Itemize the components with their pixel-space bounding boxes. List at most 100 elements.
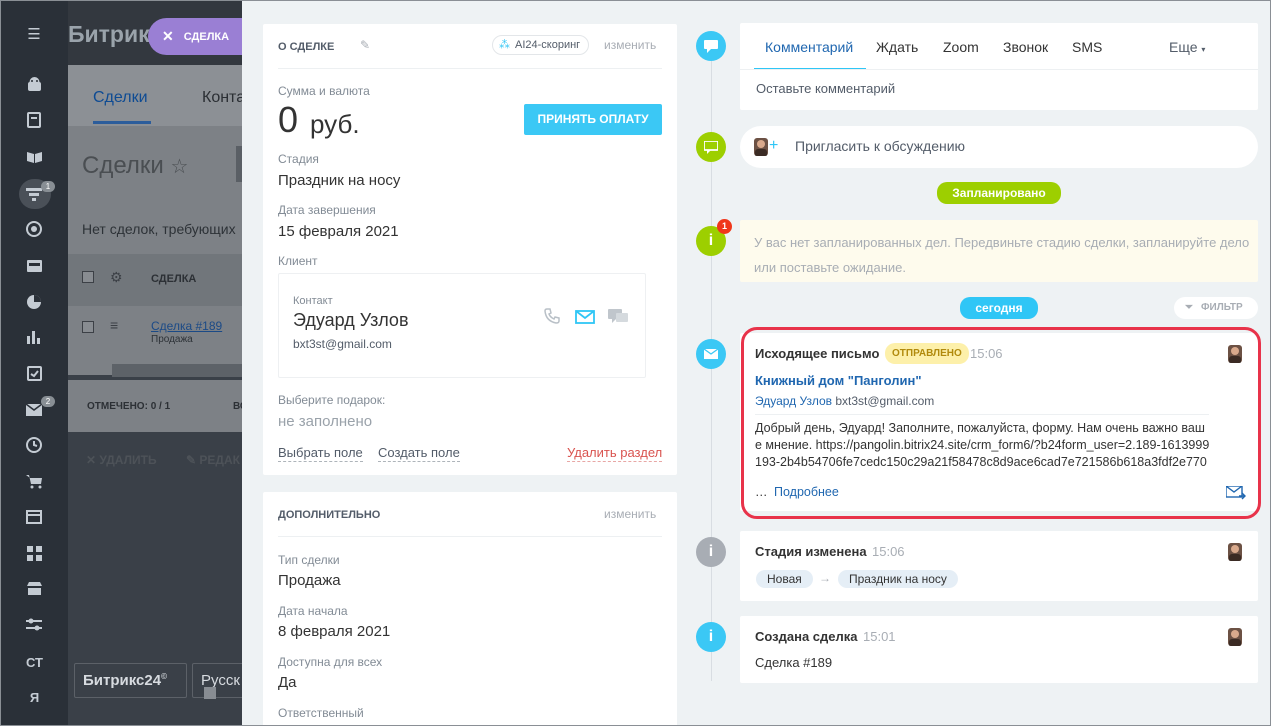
close-date-label: Дата завершения bbox=[278, 203, 376, 217]
invite-card[interactable]: + Пригласить к обсуждению bbox=[740, 126, 1258, 168]
email-icon[interactable] bbox=[575, 310, 595, 327]
arrow-right-icon: → bbox=[819, 571, 831, 585]
gift-value[interactable]: не заполнено bbox=[278, 413, 372, 430]
about-edit-link[interactable]: изменить bbox=[604, 38, 656, 52]
rail-badge-crm: 1 bbox=[41, 181, 55, 192]
comment-input[interactable]: Оставьте комментарий bbox=[756, 81, 895, 96]
tab-zoom[interactable]: Zoom bbox=[943, 39, 979, 55]
stage-value[interactable]: Праздник на носу bbox=[278, 172, 400, 189]
create-field-link[interactable]: Создать поле bbox=[378, 445, 460, 462]
contact-name[interactable]: Эдуард Узлов bbox=[293, 310, 409, 331]
inbox-icon[interactable] bbox=[23, 255, 45, 277]
document-icon[interactable] bbox=[23, 109, 45, 131]
created-avatar bbox=[1228, 628, 1242, 646]
about-card: О СДЕЛКЕ ✎ ⁂ AI24-скоринг изменить Сумма… bbox=[263, 24, 677, 475]
tab-sms[interactable]: SMS bbox=[1072, 39, 1102, 55]
created-time: 15:01 bbox=[863, 629, 896, 644]
tasks-icon[interactable] bbox=[23, 362, 45, 384]
close-slider-button[interactable]: ✕ СДЕЛКА bbox=[148, 18, 245, 55]
rail-text-st[interactable]: СТ bbox=[1, 655, 68, 670]
background-scrollbar[interactable] bbox=[112, 364, 248, 377]
background-tab-deals[interactable]: Сделки bbox=[93, 89, 148, 107]
filter-button[interactable]: ⏷ ФИЛЬТР bbox=[1174, 297, 1258, 319]
chevron-down-icon: ▾ bbox=[1201, 45, 1206, 54]
type-value[interactable]: Продажа bbox=[278, 572, 341, 589]
stage-from-pill: Новая bbox=[756, 570, 813, 588]
scoring-icon: ⁂ bbox=[499, 39, 510, 51]
target-icon[interactable] bbox=[23, 218, 45, 240]
cart-icon[interactable] bbox=[23, 470, 45, 492]
tab-wait[interactable]: Ждать bbox=[876, 39, 918, 55]
stage-change-title: Стадия изменена bbox=[755, 544, 867, 559]
filter-icon: ⏷ bbox=[1185, 302, 1193, 313]
grid-icon[interactable] bbox=[23, 542, 45, 564]
plus-icon: + bbox=[769, 137, 779, 154]
user-avatar bbox=[754, 138, 768, 156]
clock-icon[interactable] bbox=[23, 434, 45, 456]
background-deal-link[interactable]: Сделка #189 bbox=[151, 319, 222, 333]
background-tab-contacts[interactable]: Конта bbox=[202, 89, 245, 107]
contact-email[interactable]: bxt3st@gmail.com bbox=[293, 337, 392, 351]
rail-text-ya[interactable]: Я bbox=[1, 690, 68, 705]
delete-section-link[interactable]: Удалить раздел bbox=[567, 445, 663, 462]
background-delete-label: УДАЛИТЬ bbox=[99, 453, 157, 467]
background-brand-button[interactable]: Битрикс24© bbox=[74, 663, 187, 698]
amount-currency: руб. bbox=[310, 109, 360, 139]
settings-gear-icon[interactable]: ⚙ bbox=[110, 269, 123, 286]
planned-count-badge: 1 bbox=[717, 219, 732, 234]
background-edit[interactable]: ✎ РЕДАК bbox=[186, 453, 240, 467]
window-icon[interactable] bbox=[23, 506, 45, 528]
checkbox-row[interactable] bbox=[82, 321, 94, 333]
invite-label: Пригласить к обсуждению bbox=[795, 138, 966, 154]
contact-card: Контакт Эдуард Узлов bxt3st@gmail.com bbox=[278, 273, 646, 378]
row-menu-icon[interactable]: ≡ bbox=[110, 317, 118, 333]
composer-card: Комментарий Ждать Zoom Звонок SMS Еще ▾ … bbox=[740, 23, 1258, 110]
background-delete[interactable]: ✕ УДАЛИТЬ bbox=[86, 453, 157, 467]
comment-stream-icon bbox=[696, 31, 726, 61]
tab-comment[interactable]: Комментарий bbox=[765, 39, 853, 55]
checkbox-all[interactable] bbox=[82, 271, 94, 283]
amount-label: Сумма и валюта bbox=[278, 84, 370, 98]
contact-label: Контакт bbox=[293, 295, 333, 307]
scoring-button[interactable]: ⁂ AI24-скоринг bbox=[492, 35, 590, 55]
stage-to-pill: Праздник на носу bbox=[838, 570, 958, 588]
brand-text: Битрикс24 bbox=[83, 672, 162, 689]
sliders-icon[interactable] bbox=[23, 614, 45, 636]
today-badge: сегодня bbox=[960, 297, 1038, 319]
bar-chart-icon[interactable] bbox=[23, 326, 45, 348]
pencil-icon[interactable]: ✎ bbox=[360, 38, 370, 52]
scoring-label: AI24-скоринг bbox=[515, 39, 581, 51]
book-icon[interactable] bbox=[23, 146, 45, 168]
select-field-link[interactable]: Выбрать поле bbox=[278, 445, 363, 462]
phone-icon[interactable] bbox=[543, 307, 561, 328]
menu-icon[interactable]: ☰ bbox=[23, 23, 45, 45]
background-deal-sub: Продажа bbox=[151, 334, 193, 345]
created-info-icon: i bbox=[696, 622, 726, 652]
chat-icon[interactable] bbox=[608, 309, 628, 329]
extra-divider bbox=[278, 536, 662, 537]
stage-change-time: 15:06 bbox=[872, 544, 905, 559]
close-slider-label: СДЕЛКА bbox=[183, 30, 230, 43]
tab-call[interactable]: Звонок bbox=[1003, 39, 1048, 55]
left-rail: ☰ 1 2 СТ Я bbox=[1, 1, 68, 725]
stage-change-card: Стадия изменена 15:06 Новая → Праздник н… bbox=[740, 531, 1258, 601]
close-date-value[interactable]: 15 февраля 2021 bbox=[278, 223, 399, 240]
invite-stream-icon bbox=[696, 132, 726, 162]
star-icon[interactable]: ☆ bbox=[170, 156, 188, 178]
extra-edit-link[interactable]: изменить bbox=[604, 507, 656, 521]
composer-divider bbox=[740, 69, 1258, 70]
android-icon[interactable] bbox=[23, 73, 45, 95]
accept-payment-button[interactable]: ПРИНЯТЬ ОПЛАТУ bbox=[524, 104, 662, 135]
stage-label: Стадия bbox=[278, 152, 319, 166]
client-label: Клиент bbox=[278, 254, 318, 268]
tab-more[interactable]: Еще ▾ bbox=[1169, 39, 1205, 55]
print-icon[interactable] bbox=[204, 687, 216, 699]
planned-badge: Запланировано bbox=[937, 182, 1061, 204]
type-label: Тип сделки bbox=[278, 553, 340, 567]
close-icon: ✕ bbox=[162, 28, 174, 44]
deal-slider: О СДЕЛКЕ ✎ ⁂ AI24-скоринг изменить Сумма… bbox=[242, 1, 1270, 725]
pie-icon[interactable] bbox=[23, 291, 45, 313]
access-value[interactable]: Да bbox=[278, 674, 297, 691]
store-icon[interactable] bbox=[23, 577, 45, 599]
start-value[interactable]: 8 февраля 2021 bbox=[278, 623, 390, 640]
